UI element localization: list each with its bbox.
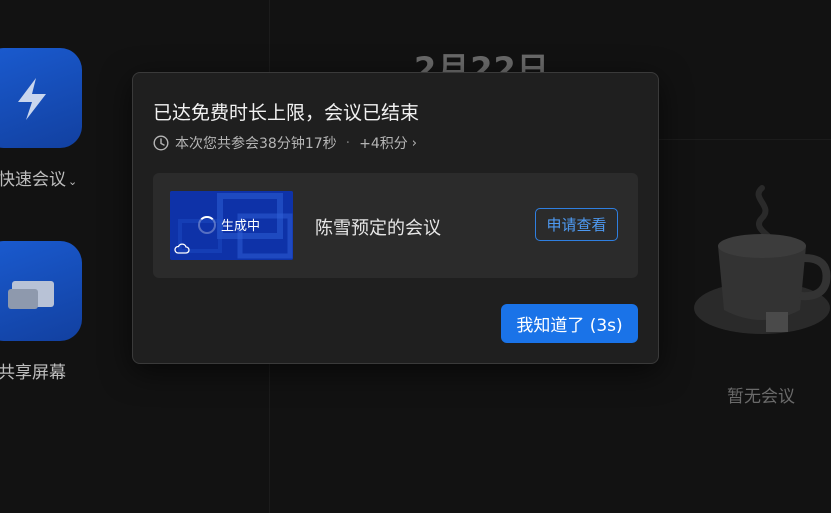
request-view-button[interactable]: 申请查看 (535, 208, 618, 241)
chevron-down-icon[interactable]: ⌄ (68, 175, 77, 188)
share-screen-label: 共享屏幕 (0, 363, 66, 383)
dialog-title: 已达免费时长上限，会议已结束 (153, 102, 420, 124)
empty-state-text: 暂无会议 (727, 387, 795, 407)
chevron-right-icon: › (411, 135, 417, 151)
duration-text: 本次您共参会38分钟17秒 (175, 136, 337, 152)
generating-status: 生成中 (198, 215, 260, 234)
meeting-summary: 本次您共参会38分钟17秒 · +4积分 › (153, 133, 417, 153)
recording-thumbnail[interactable]: 生成中 (170, 191, 293, 260)
got-it-button[interactable]: 我知道了 (3s) (501, 304, 638, 343)
screens-icon (8, 281, 54, 309)
separator-dot: · (345, 135, 351, 151)
meeting-name: 陈雪预定的会议 (315, 218, 441, 239)
recording-card: 生成中 陈雪预定的会议 申请查看 (153, 173, 638, 278)
cloud-icon (174, 243, 190, 254)
clock-icon (153, 135, 169, 151)
share-screen-button[interactable] (0, 241, 82, 341)
lightning-icon (18, 78, 46, 120)
coffee-cup-icon (694, 185, 831, 334)
loading-spinner-icon (198, 215, 216, 234)
quick-meeting-button[interactable] (0, 48, 82, 148)
quick-meeting-label[interactable]: 快速会议 ⌄ (0, 165, 77, 190)
points-link[interactable]: +4积分 › (359, 133, 417, 153)
meeting-ended-dialog: 已达免费时长上限，会议已结束 本次您共参会38分钟17秒 · +4积分 › 生成中 (132, 72, 659, 364)
